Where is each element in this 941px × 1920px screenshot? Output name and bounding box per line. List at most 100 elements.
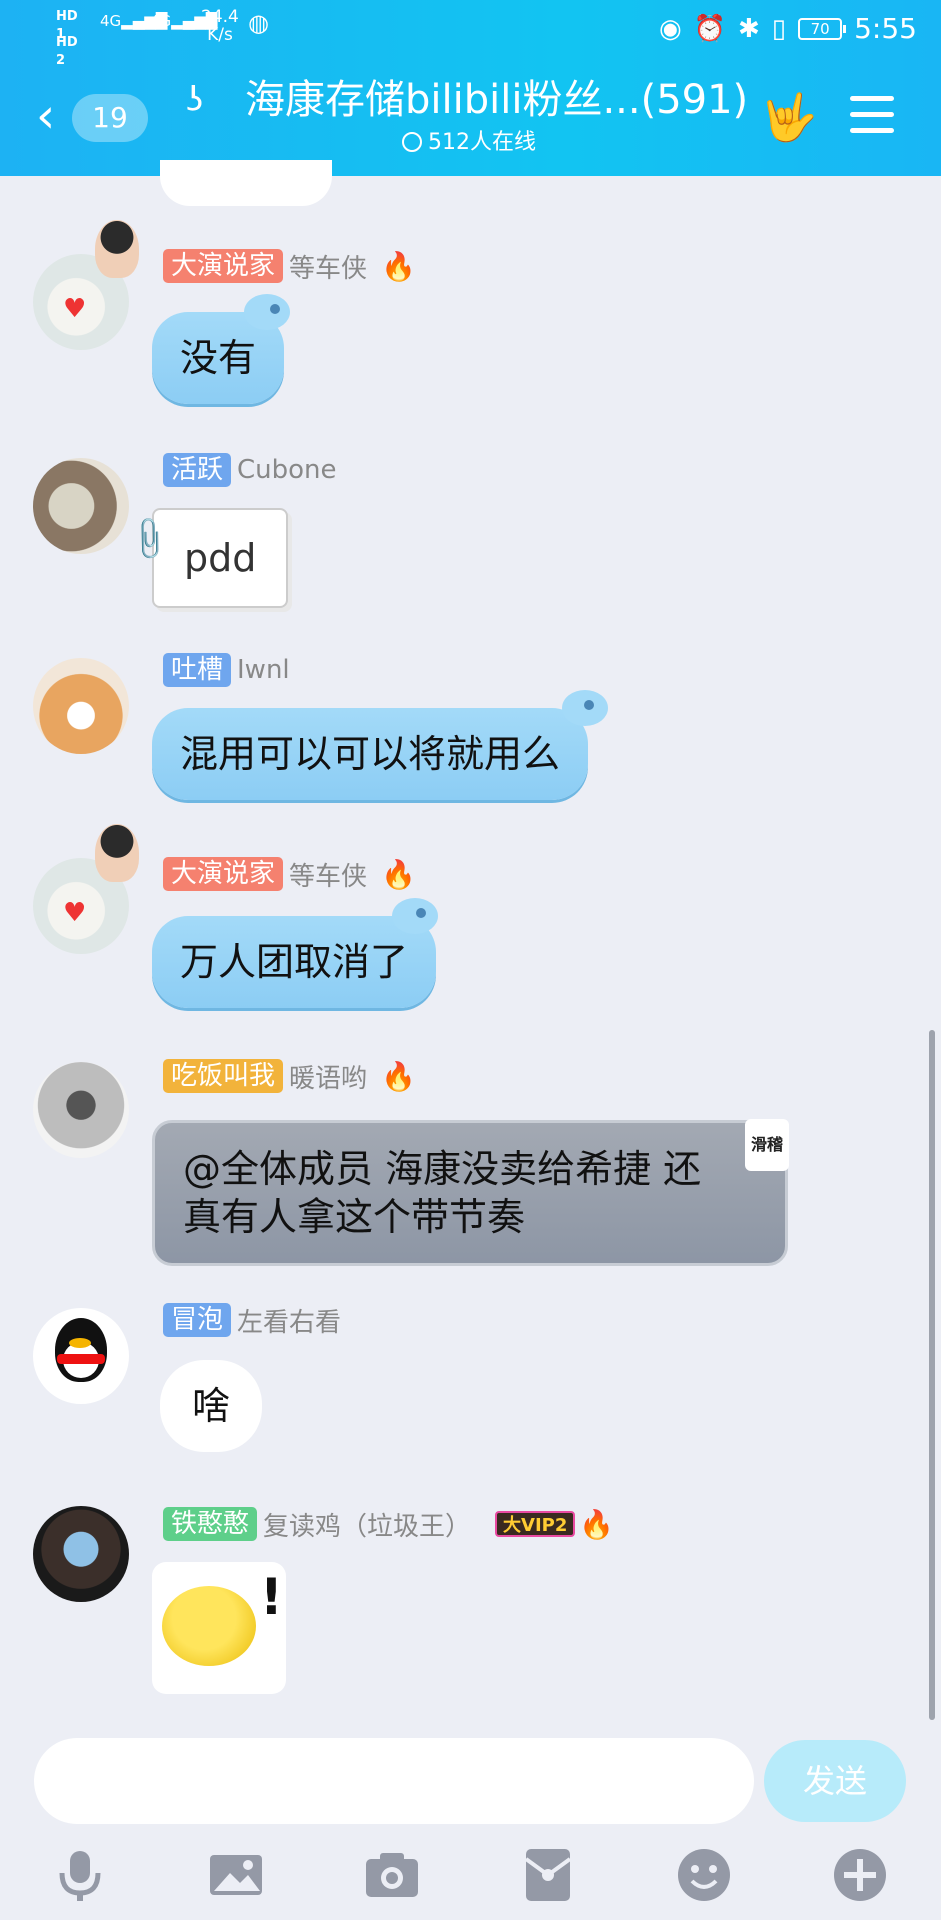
fire-icon: 🔥 [381,1059,416,1093]
online-status[interactable]: 512人在线 [402,128,536,158]
message-bubble[interactable]: 混用可以可以将就用么 [152,690,608,800]
title-badge: 大演说家 [163,249,284,283]
heart-icon: ♥ [63,294,87,324]
bubble-eye [584,700,594,710]
title-badge: 大演说家 [163,857,284,891]
microphone-icon[interactable] [50,1845,110,1905]
clock: 5:55 [854,12,917,45]
emoji-icon[interactable] [674,1845,734,1905]
bubble-eye [416,908,426,918]
net-speed-value: 24.4 [201,7,239,27]
message-bubble[interactable]: 📎 pdd [123,508,289,608]
paperclip-icon: 📎 [123,514,175,566]
message-item: 吃饭叫我 暖语哟 🔥 滑稽 @全体成员 海康没卖给希捷 还 真有人拿这个带节奏 [0,1058,941,1268]
bubble-ear [244,294,290,330]
sender-info: 铁憨憨 复读鸡（垃圾王） 大VIP2 🔥 [163,1506,614,1542]
eye-icon: ◉ [658,13,682,44]
avatar[interactable] [33,658,129,754]
fire-icon: 🔥 [381,857,416,891]
menu-icon[interactable] [850,96,894,144]
avatar[interactable] [33,458,129,554]
penguin-scarf [57,1354,105,1364]
message-text: 混用可以可以将就用么 [180,732,561,776]
sender-name[interactable]: Cubone [237,455,337,485]
alarm-icon: ⏰ [693,13,726,44]
title-badge: 吐槽 [163,653,232,687]
fire-icon: 🔥 [579,1507,615,1541]
online-count: 512人在线 [428,130,536,155]
title-badge: 铁憨憨 [163,1507,258,1541]
vibrate-icon: ▯ [771,13,787,44]
message-bubble[interactable]: 万人团取消了 [152,898,438,1008]
bluetooth-icon: ✱ [738,13,760,44]
exclamation-icon: ! [260,1568,283,1626]
sender-info: 冒泡 左看右看 [163,1302,351,1338]
globe-icon: ◍ [248,9,269,37]
plus-icon[interactable] [830,1845,890,1905]
sender-info: 吐槽 Iwnl [163,652,300,688]
heart-icon: ♥ [63,898,87,928]
sender-name[interactable]: 暖语哟 [289,1058,367,1095]
smiley-face [162,1586,256,1666]
bubble-tag: 滑稽 [744,1119,789,1171]
sender-name[interactable]: 复读鸡（垃圾王） [263,1506,471,1543]
message-item: 活跃 Cubone 📎 pdd [0,452,941,632]
ear-icon[interactable]: ʖ [186,80,203,120]
message-text: 没有 [180,336,257,380]
avatar-photo [95,824,139,882]
sender-name[interactable]: 左看右看 [237,1302,341,1339]
page-title[interactable]: 海康存储bilibili粉丝...(591) [245,74,748,126]
message-item: ♥ 大演说家 等车侠 🔥 万人团取消了 [0,820,941,1020]
net-speed-unit: K/s [207,25,233,45]
back-icon[interactable]: ‹ [36,92,55,140]
hand-gesture-icon[interactable]: 🤟 [760,90,817,145]
bubble-ear [392,898,438,934]
avatar[interactable] [33,1308,129,1404]
sender-info: 大演说家 等车侠 🔥 [163,248,416,284]
message-text-line1: @全体成员 海康没卖给希捷 还 [183,1147,702,1191]
bubble-eye [270,304,280,314]
penguin-beak [69,1338,91,1348]
message-text: pdd [184,536,257,580]
message-input[interactable] [34,1738,754,1824]
camera-icon[interactable] [362,1845,422,1905]
status-right: ◉ ⏰ ✱ ▯ 70 5:55 [659,12,917,45]
scrollbar-thumb[interactable] [929,1030,935,1720]
sender-info: 大演说家 等车侠 🔥 [163,856,416,892]
avatar[interactable] [33,1062,129,1158]
send-button[interactable]: 发送 [764,1740,906,1822]
title-badge: 冒泡 [163,1303,232,1337]
message-bubble[interactable]: 啥 [160,1360,263,1452]
chat-screen: { "status_bar": { "hd1": "HD 1", "hd2": … [0,0,941,1920]
message-item: 冒泡 左看右看 啥 [0,1302,941,1482]
check-circle-icon [402,132,422,152]
sender-name[interactable]: Iwnl [237,655,290,685]
status-bar: HD 1 HD 2 4G▂▄▆█ 4G▂▄▆█ 24.4 K/s ◍ ◉ ⏰ ✱… [0,0,941,68]
message-text-line2: 真有人拿这个带节奏 [183,1195,526,1239]
hd2-label: HD 2 [56,35,78,68]
sender-name[interactable]: 等车侠 [289,856,367,893]
message-item: ♥ 大演说家 等车侠 🔥 没有 [0,216,941,416]
sender-info: 活跃 Cubone [163,452,347,488]
message-text: 万人团取消了 [180,940,409,984]
title-badge: 活跃 [163,453,232,487]
image-icon[interactable] [206,1845,266,1905]
message-item: 铁憨憨 复读鸡（垃圾王） 大VIP2 🔥 ! [0,1502,941,1702]
message-text: 啥 [192,1384,231,1428]
message-item: 吐槽 Iwnl 混用可以可以将就用么 [0,652,941,832]
sender-info: 吃饭叫我 暖语哟 🔥 [163,1058,416,1094]
fire-icon: 🔥 [381,249,416,283]
sender-name[interactable]: 等车侠 [289,248,367,285]
message-bubble[interactable]: 没有 [152,294,290,404]
net-speed: 24.4 K/s [201,8,239,44]
red-packet-icon[interactable] [518,1845,578,1905]
avatar[interactable] [33,1506,129,1602]
title-badge: 吃饭叫我 [163,1059,284,1093]
sticker-image[interactable]: ! [152,1562,286,1694]
avatar-photo [95,220,139,278]
message-bubble[interactable]: 滑稽 @全体成员 海康没卖给希捷 还 真有人拿这个带节奏 [152,1119,789,1266]
chat-header: HD 1 HD 2 4G▂▄▆█ 4G▂▄▆█ 24.4 K/s ◍ ◉ ⏰ ✱… [0,0,941,176]
unread-count-badge[interactable]: 19 [72,94,148,142]
battery-icon: 70 [798,17,847,40]
previous-message-bubble [160,160,332,206]
